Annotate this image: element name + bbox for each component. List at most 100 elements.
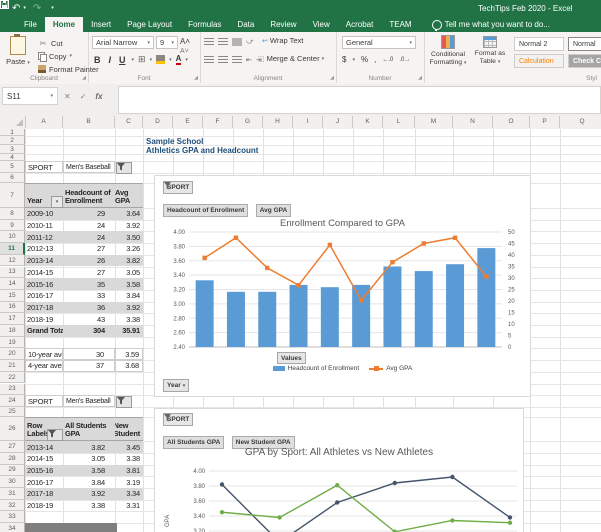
chart1-field-headcount-button[interactable]: Headcount of Enrollment (163, 204, 249, 217)
pivot2-filter-value[interactable]: Men's Baseball (63, 395, 115, 408)
conditional-formatting-button[interactable]: Conditional Formatting ▾ (428, 35, 468, 67)
font-family-select[interactable]: Arial Narrow ▾ (92, 36, 154, 49)
column-header-F[interactable]: F (203, 116, 233, 128)
pivot1-grand-total-value2[interactable]: 35.91 (115, 325, 143, 337)
tab-acrobat[interactable]: Acrobat (338, 17, 382, 32)
pivot2-row5-value2[interactable]: 3.31 (115, 500, 143, 512)
tab-home[interactable]: Home (44, 17, 84, 32)
pivot2-row3-value1[interactable]: 3.84 (63, 476, 115, 488)
sheet-grid[interactable]: Sample School Athletics GPA and Headcoun… (0, 129, 601, 532)
row-header-19[interactable]: 19 (0, 336, 25, 349)
fill-color-button[interactable] (156, 55, 166, 64)
column-header-P[interactable]: P (530, 116, 560, 128)
chart1-values-button[interactable]: Values (277, 352, 306, 364)
pivot1-average1-value1[interactable]: 37 (63, 360, 115, 372)
column-header-A[interactable]: A (25, 116, 63, 128)
column-header-I[interactable]: I (293, 116, 323, 128)
cut-button[interactable]: ✂ Cut (38, 37, 63, 49)
style-normal[interactable]: Normal (568, 37, 601, 51)
bold-button[interactable]: B (92, 55, 103, 65)
style-normal2[interactable]: Normal 2 (514, 37, 564, 51)
comma-style-button[interactable]: , (374, 55, 376, 64)
tab-data[interactable]: Data (229, 17, 262, 32)
decrease-decimal-button[interactable]: .0→ (399, 57, 410, 63)
undo-button[interactable]: ↶ (12, 3, 20, 14)
pivot1-row9-value1[interactable]: 43 (63, 313, 115, 325)
row-header-22[interactable]: 22 (0, 371, 25, 384)
row-header-4[interactable]: 4 (0, 154, 25, 161)
row-header-11[interactable]: 11 (0, 243, 25, 255)
pivot1-row4-label[interactable]: 2013-14 (25, 254, 63, 267)
column-header-L[interactable]: L (383, 116, 415, 128)
underline-button[interactable]: U (117, 55, 128, 65)
row-header-12[interactable]: 12 (0, 254, 25, 267)
pivot1-row3-label[interactable]: 2012-13 (25, 243, 63, 255)
pivot2-row2-label[interactable]: 2015-16 (25, 464, 63, 477)
alignment-dialog-launcher[interactable]: ◢ (330, 75, 334, 81)
column-header-K[interactable]: K (353, 116, 383, 128)
pivot1-row0-value2[interactable]: 3.64 (115, 208, 143, 220)
row-header-16[interactable]: 16 (0, 301, 25, 314)
pivot1-row2-value1[interactable]: 24 (63, 231, 115, 244)
pivot2-row4-value1[interactable]: 3.92 (63, 488, 115, 500)
style-calculation[interactable]: Calculation (514, 54, 564, 68)
column-header-Q[interactable]: Q (560, 116, 601, 128)
tell-me-box[interactable]: Tell me what you want to do... (431, 17, 550, 32)
tab-review[interactable]: Review (262, 17, 304, 32)
italic-button[interactable]: I (107, 55, 114, 65)
paste-button[interactable]: Paste ▾ (3, 34, 33, 77)
pivot1-average0-label[interactable]: 10-year average (25, 348, 63, 361)
row-header-13[interactable]: 13 (0, 266, 25, 279)
pivot2-row5-label[interactable]: 2018-19 (25, 500, 63, 512)
select-all-corner[interactable] (0, 116, 26, 128)
pivot1-row4-value2[interactable]: 3.82 (115, 254, 143, 267)
row-header-21[interactable]: 21 (0, 360, 25, 372)
tab-insert[interactable]: Insert (83, 17, 119, 32)
pivot1-row8-value2[interactable]: 3.92 (115, 301, 143, 314)
pivot1-grand-total-value1[interactable]: 304 (63, 325, 115, 337)
pivot2-row3-value2[interactable]: 3.19 (115, 476, 143, 488)
pivot1-average0-value2[interactable]: 3.59 (115, 348, 143, 361)
row-header-29[interactable]: 29 (0, 464, 25, 477)
merge-center-button[interactable]: ⬚ Merge & Center ▾ (258, 54, 324, 63)
column-header-M[interactable]: M (415, 116, 453, 128)
row-header-23[interactable]: 23 (0, 383, 25, 396)
chart-gpa-by-sport[interactable]: SPORT All Students GPA New Student GPA G… (154, 408, 524, 532)
column-header-E[interactable]: E (173, 116, 203, 128)
align-top-icon[interactable] (204, 38, 214, 46)
pivot2-row4-value2[interactable]: 3.34 (115, 488, 143, 500)
pivot1-average1-value2[interactable]: 3.68 (115, 360, 143, 372)
insert-function-icon[interactable]: fx (95, 92, 102, 101)
pivot1-row1-value1[interactable]: 24 (63, 220, 115, 232)
pivot1-row2-label[interactable]: 2011-12 (25, 231, 63, 244)
font-size-select[interactable]: 9 ▾ (156, 36, 178, 49)
pivot2-row1-label[interactable]: 2014-15 (25, 453, 63, 465)
align-bottom-icon[interactable] (232, 38, 242, 46)
row-header-17[interactable]: 17 (0, 313, 25, 325)
pivot2-row2-value2[interactable]: 3.81 (115, 464, 143, 477)
chart1-field-avg-gpa-button[interactable]: Avg GPA (255, 204, 292, 217)
pivot1-row4-value1[interactable]: 26 (63, 254, 115, 267)
row-header-31[interactable]: 31 (0, 488, 25, 500)
row-header-24[interactable]: 24 (0, 395, 25, 408)
chart2-sport-filter-button[interactable]: SPORT (163, 413, 194, 426)
pivot1-row9-value2[interactable]: 3.38 (115, 313, 143, 325)
row-header-18[interactable]: 18 (0, 325, 25, 337)
pivot2-header-2[interactable]: New Student (115, 417, 143, 442)
pivot1-grand-total-label[interactable]: Grand Total (25, 325, 63, 337)
pivot1-row3-value1[interactable]: 27 (63, 243, 115, 255)
format-as-table-button[interactable]: Format as Table ▾ (472, 36, 508, 66)
decrease-indent-icon[interactable]: ⇤ (246, 56, 252, 64)
font-dialog-launcher[interactable]: ◢ (194, 75, 198, 81)
pivot2-filter-button[interactable] (116, 396, 132, 409)
pivot1-filter-label[interactable]: SPORT (25, 161, 63, 173)
row-header-34[interactable]: 34 (0, 523, 25, 532)
column-header-B[interactable]: B (63, 116, 115, 128)
row-header-30[interactable]: 30 (0, 476, 25, 488)
pivot2-row1-value2[interactable]: 3.38 (115, 453, 143, 465)
row-header-27[interactable]: 27 (0, 441, 25, 453)
pivot1-filter-value[interactable]: Men's Baseball (63, 161, 115, 173)
row-header-2[interactable]: 2 (0, 136, 25, 145)
redo-button[interactable]: ↷ (33, 3, 41, 14)
pivot1-row1-value2[interactable]: 3.92 (115, 220, 143, 232)
